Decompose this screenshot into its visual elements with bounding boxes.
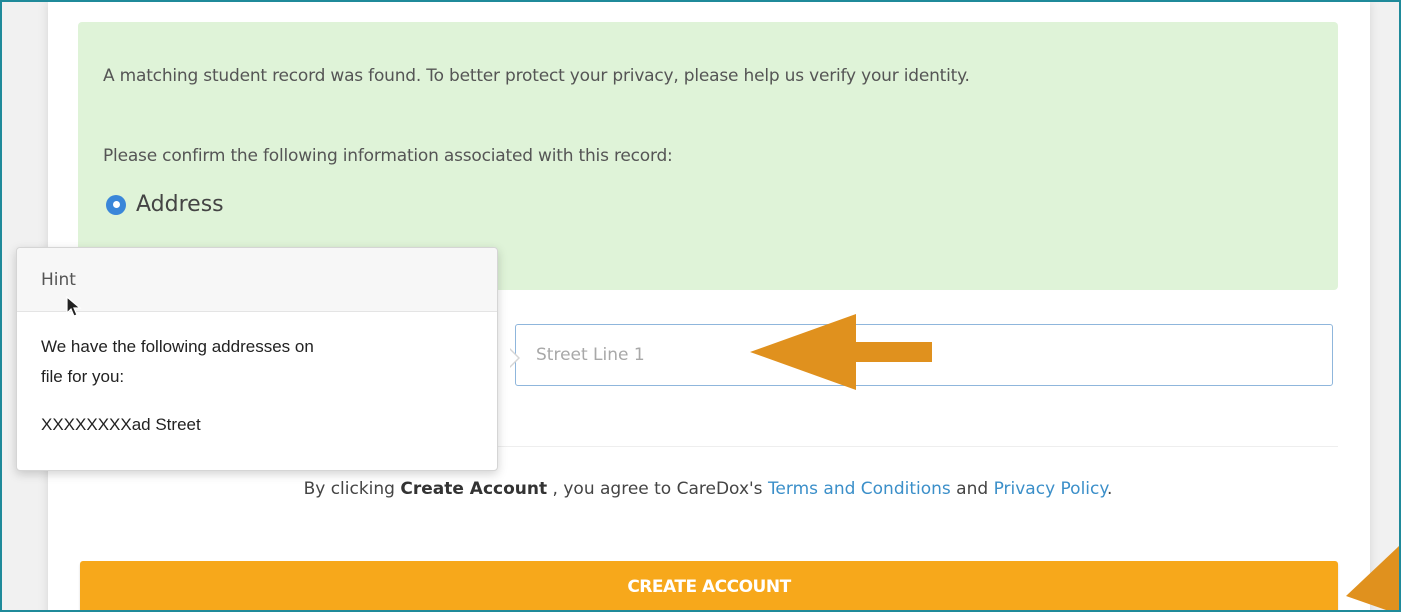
terms-and-conditions-link[interactable]: Terms and Conditions (768, 479, 951, 499)
hint-body: We have the following addresses on file … (17, 312, 497, 440)
address-radio-label: Address (136, 192, 224, 217)
confirm-message: Please confirm the following information… (103, 146, 673, 166)
create-account-button[interactable]: CREATE ACCOUNT (80, 561, 1338, 610)
address-radio-option[interactable]: Address (106, 192, 224, 217)
left-arrow-annotation-icon (750, 314, 932, 390)
terms-notice: By clicking Create Account , you agree t… (303, 479, 1113, 499)
create-account-bold: Create Account (400, 479, 548, 499)
left-arrow-annotation-icon (1346, 546, 1399, 610)
screenshot-frame: A matching student record was found. To … (0, 0, 1401, 612)
hint-popover: Hint We have the following addresses on … (16, 247, 520, 471)
match-message: A matching student record was found. To … (103, 66, 970, 86)
hint-title: Hint (17, 248, 497, 312)
hint-address: XXXXXXXXad Street (41, 415, 201, 434)
mouse-pointer-icon (66, 296, 82, 317)
hint-line-2: file for you: (41, 367, 125, 386)
privacy-policy-link[interactable]: Privacy Policy (994, 479, 1107, 499)
radio-selected-icon[interactable] (106, 194, 126, 215)
popover-arrow (509, 348, 520, 368)
hint-line-1: We have the following addresses on (41, 337, 314, 356)
